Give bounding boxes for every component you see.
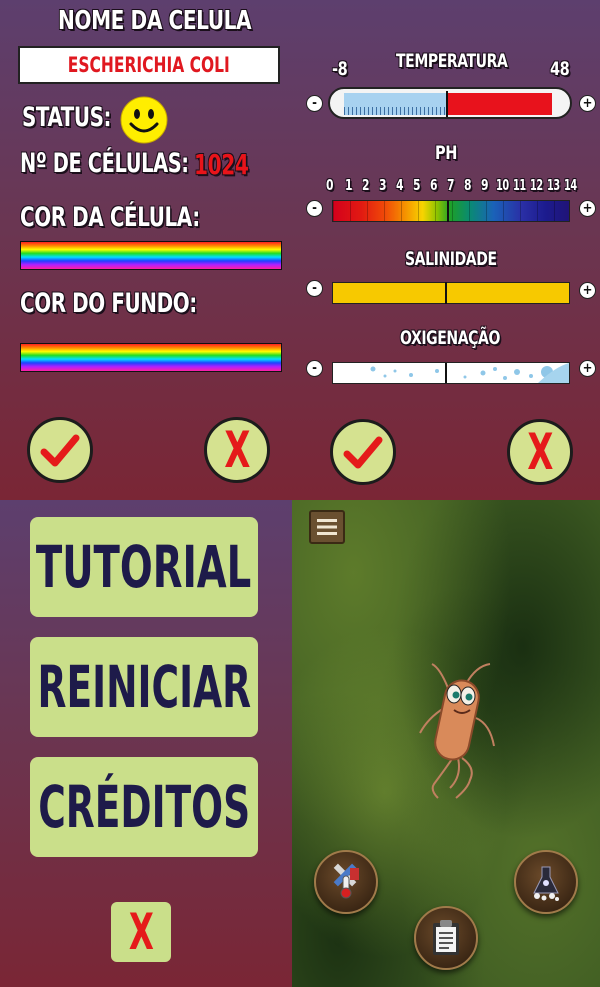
close-menu-button[interactable]: X xyxy=(111,902,171,962)
chemistry-button[interactable] xyxy=(514,850,578,914)
close-menu-label: X xyxy=(128,903,154,961)
oxygenation-minus-label: - xyxy=(312,361,317,376)
ph-tick: 1 xyxy=(345,176,353,194)
confirm-environment-button[interactable] xyxy=(330,419,396,485)
chemical-flask-icon xyxy=(533,866,559,901)
temperature-max: 48 xyxy=(550,58,570,80)
ph-slider[interactable] xyxy=(332,200,570,222)
salinity-plus-button[interactable]: + xyxy=(579,282,596,299)
ph-tick: 2 xyxy=(362,176,370,194)
oxygenation-plus-button[interactable]: + xyxy=(579,360,596,377)
ph-tick: 9 xyxy=(481,176,489,194)
credits-button[interactable]: CRÉDITOS xyxy=(30,757,258,857)
temperature-plus-button[interactable]: + xyxy=(579,95,596,112)
ph-tick: 3 xyxy=(379,176,387,194)
temperature-min: -8 xyxy=(332,58,348,80)
clipboard-button[interactable] xyxy=(414,906,478,970)
restart-button[interactable]: REINICIAR xyxy=(30,637,258,737)
ph-plus-label: + xyxy=(582,201,593,216)
game-view[interactable] xyxy=(292,500,600,987)
tools-button[interactable] xyxy=(314,850,378,914)
ph-tick: 11 xyxy=(513,176,526,194)
ph-tick: 7 xyxy=(447,176,455,194)
credits-label: CRÉDITOS xyxy=(38,773,250,841)
tutorial-button[interactable]: TUTORIAL xyxy=(30,517,258,617)
temperature-plus-label: + xyxy=(582,96,593,111)
salinity-minus-button[interactable]: - xyxy=(306,280,323,297)
thermometer-tools-icon xyxy=(333,863,359,899)
salinity-slider[interactable] xyxy=(332,282,570,304)
hamburger-menu-button[interactable] xyxy=(309,510,345,544)
cancel-environment-label: X xyxy=(526,423,554,481)
environment-content: TEMPERATURA -8 48 - + PH 0 1 2 3 4 5 6 7… xyxy=(0,0,600,500)
cancel-environment-button[interactable]: X xyxy=(507,419,573,485)
salinity-title: SALINIDADE xyxy=(405,248,497,270)
tutorial-label: TUTORIAL xyxy=(36,533,252,601)
temperature-thermometer[interactable] xyxy=(328,87,572,119)
hamburger-menu-icon xyxy=(317,519,337,535)
checkmark-icon xyxy=(343,436,383,469)
ph-title: PH xyxy=(435,142,457,164)
ph-tick: 0 xyxy=(326,176,334,194)
bubble-decoration xyxy=(370,363,569,383)
main-menu-panel: TUTORIAL REINICIAR CRÉDITOS X xyxy=(0,500,292,987)
temperature-minus-button[interactable]: - xyxy=(306,95,323,112)
ph-plus-button[interactable]: + xyxy=(579,200,596,217)
ph-tick: 5 xyxy=(413,176,421,194)
oxygenation-slider[interactable] xyxy=(332,362,570,384)
temperature-title: TEMPERATURA xyxy=(396,50,508,72)
ph-tick: 4 xyxy=(396,176,404,194)
oxygenation-plus-label: + xyxy=(582,361,593,376)
temperature-minus-label: - xyxy=(312,96,317,111)
ph-tick: 6 xyxy=(430,176,438,194)
ph-tick: 12 xyxy=(530,176,543,194)
restart-label: REINICIAR xyxy=(37,653,251,721)
ph-tick: 13 xyxy=(547,176,560,194)
clipboard-icon xyxy=(433,920,459,955)
ph-minus-label: - xyxy=(312,201,317,216)
salinity-minus-label: - xyxy=(312,281,317,296)
salinity-plus-label: + xyxy=(582,283,593,298)
ph-tick-labels: 0 1 2 3 4 5 6 7 8 9 10 11 12 13 14 xyxy=(326,176,578,196)
ph-tick: 10 xyxy=(496,176,509,194)
bacterium-character[interactable] xyxy=(410,658,520,808)
ph-tick: 14 xyxy=(564,176,577,194)
oxygenation-title: OXIGENAÇÃO xyxy=(400,327,500,349)
oxygenation-minus-button[interactable]: - xyxy=(306,360,323,377)
ph-minus-button[interactable]: - xyxy=(306,200,323,217)
ph-tick: 8 xyxy=(464,176,472,194)
